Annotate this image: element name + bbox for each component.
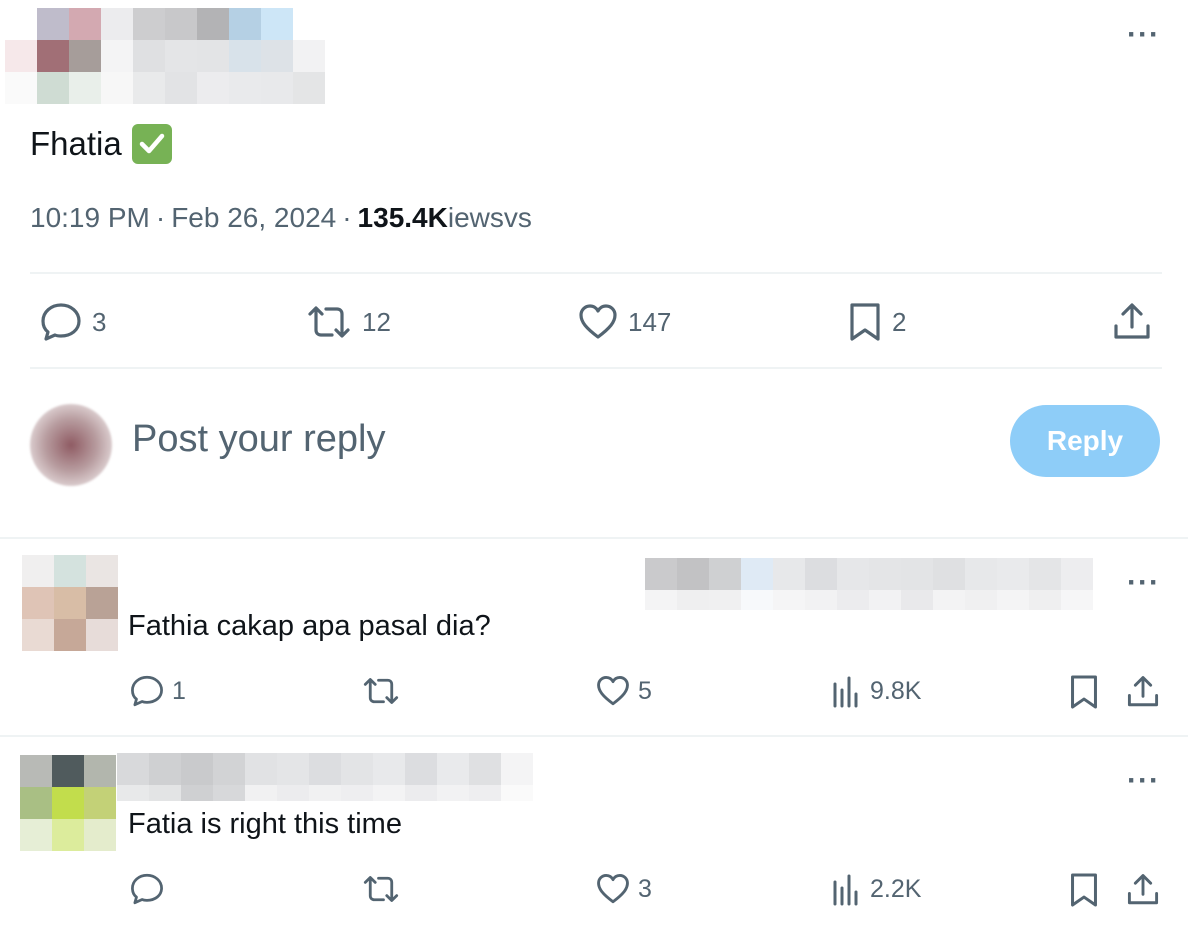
reply-views-button[interactable]: 2.2K: [832, 872, 921, 906]
reply-icon: [131, 675, 163, 707]
heart-icon: [597, 675, 629, 706]
share-icon: [1127, 874, 1159, 905]
reply-more-icon[interactable]: ···: [1127, 568, 1160, 598]
current-user-avatar[interactable]: [30, 404, 112, 486]
meta-separator: ·: [342, 202, 352, 233]
divider: [0, 735, 1188, 737]
reply-submit-button[interactable]: Reply: [1010, 405, 1160, 477]
reply-views-count: 9.8K: [870, 676, 922, 705]
bookmark-icon: [1071, 873, 1097, 907]
reply-author-avatar[interactable]: [22, 555, 118, 651]
author-name[interactable]: Fhatia: [30, 124, 172, 164]
views-stat[interactable]: 135.4Kiewsvs: [358, 202, 532, 234]
reply-repost-button[interactable]: [362, 674, 408, 708]
like-count: 147: [628, 306, 672, 337]
reply-reply-button[interactable]: [130, 872, 172, 906]
views-icon: [833, 676, 858, 708]
reply-reply-count: 1: [172, 676, 186, 705]
author-avatar-blurred[interactable]: [4, 6, 356, 106]
repost-button[interactable]: 12: [306, 302, 391, 342]
reply-author-name-blurred[interactable]: [645, 558, 1095, 610]
bookmark-icon: [1071, 675, 1097, 709]
reply-repost-button[interactable]: [362, 872, 408, 906]
bookmark-count: 2: [892, 306, 907, 337]
reply-views-button[interactable]: 9.8K: [832, 674, 921, 708]
divider: [0, 537, 1188, 539]
views-suffix: iewsvs: [447, 202, 532, 233]
repost-icon: [363, 678, 399, 704]
tweet-more-icon[interactable]: ···: [1127, 20, 1160, 50]
heart-icon: [579, 304, 617, 339]
reply-input[interactable]: Post your reply: [132, 418, 385, 461]
reply-share-button[interactable]: [1126, 674, 1160, 710]
reply-more-icon[interactable]: ···: [1127, 766, 1160, 796]
reply-share-button[interactable]: [1126, 872, 1160, 908]
reply-icon: [131, 873, 163, 905]
reply-author-name-blurred[interactable]: [117, 753, 533, 801]
reply-button[interactable]: 3: [40, 302, 106, 342]
author-display-name[interactable]: Fhatia: [30, 125, 122, 163]
repost-count: 12: [362, 306, 391, 337]
reply-like-count: 5: [638, 676, 652, 705]
bookmark-icon: [850, 303, 880, 341]
like-button[interactable]: 147: [578, 302, 671, 342]
tweet-meta: 10:19 PM · Feb 26, 2024 · 135.4Kiewsvs: [30, 202, 532, 234]
reply-like-count: 3: [638, 874, 652, 903]
tweet-date[interactable]: Feb 26, 2024: [171, 202, 336, 234]
share-icon: [1114, 303, 1150, 339]
share-button[interactable]: [1112, 302, 1152, 342]
divider: [30, 367, 1162, 369]
share-icon: [1127, 676, 1159, 707]
repost-icon: [363, 876, 399, 902]
reply-like-button[interactable]: 5: [596, 674, 652, 708]
reply-icon: [41, 303, 81, 341]
verified-check-icon: [131, 124, 172, 164]
reply-reply-button[interactable]: 1: [130, 674, 186, 708]
reply-count: 3: [92, 306, 107, 337]
heart-icon: [597, 873, 629, 904]
reply-bookmark-button[interactable]: [1069, 872, 1099, 908]
meta-separator: ·: [155, 202, 166, 233]
views-icon: [833, 874, 858, 906]
reply-text: Fathia cakap apa pasal dia?: [128, 610, 491, 642]
bookmark-button[interactable]: 2: [848, 302, 906, 342]
views-count: 135.4K: [357, 202, 448, 233]
tweet-time[interactable]: 10:19 PM: [30, 202, 150, 234]
divider: [30, 272, 1162, 274]
reply-author-avatar[interactable]: [20, 755, 117, 852]
reply-bookmark-button[interactable]: [1069, 674, 1099, 710]
reply-like-button[interactable]: 3: [596, 872, 652, 906]
reply-text: Fatia is right this time: [128, 808, 402, 840]
repost-icon: [308, 306, 350, 338]
reply-views-count: 2.2K: [870, 874, 922, 903]
